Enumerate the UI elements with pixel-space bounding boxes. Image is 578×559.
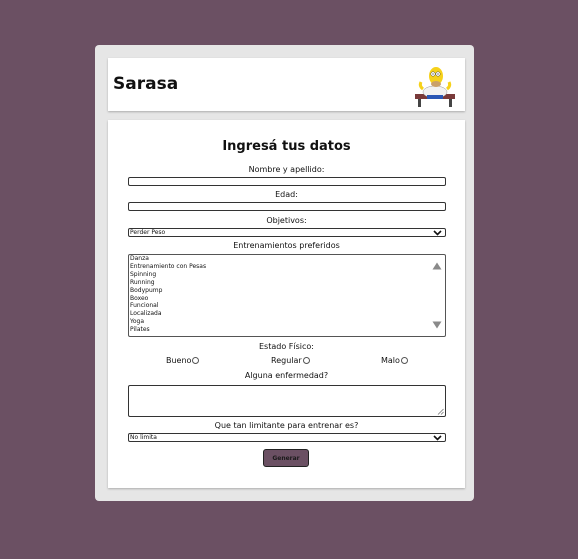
radio-option-bueno[interactable]: Bueno: [166, 356, 200, 365]
physical-label: Estado Físico:: [259, 342, 314, 351]
header-title: Sarasa: [113, 74, 179, 94]
list-item[interactable]: Spinning: [129, 271, 445, 279]
name-input[interactable]: [128, 177, 446, 186]
radio-label-bueno: Bueno: [166, 356, 192, 365]
form-card: Ingresá tus datos Nombre y apellido: Eda…: [108, 120, 465, 488]
radio-regular[interactable]: [302, 357, 310, 364]
radio-option-regular[interactable]: Regular: [271, 356, 310, 365]
form-title: Ingresá tus datos: [222, 139, 351, 154]
limit-value: No limita: [130, 434, 157, 441]
objectives-select[interactable]: Perder Peso: [128, 228, 446, 237]
header: Sarasa: [108, 58, 465, 111]
resize-grip-icon[interactable]: [437, 408, 444, 415]
limit-select[interactable]: No limita: [128, 433, 446, 442]
chevron-down-icon: [433, 435, 442, 441]
age-label: Edad:: [275, 190, 298, 199]
limit-label: Que tan limitante para entrenar es?: [214, 421, 359, 430]
scroll-up-icon[interactable]: [432, 262, 442, 270]
list-item[interactable]: Entrenamiento con Pesas: [129, 263, 445, 271]
radio-bueno[interactable]: [192, 357, 200, 364]
list-item[interactable]: Bodypump: [129, 287, 445, 295]
list-item[interactable]: Danza: [129, 255, 445, 263]
radio-label-regular: Regular: [271, 356, 302, 365]
list-item[interactable]: Funcional: [129, 302, 445, 310]
radio-label-malo: Malo: [381, 356, 400, 365]
age-input[interactable]: [128, 202, 446, 211]
training-label: Entrenamientos preferidos: [233, 241, 340, 250]
chevron-down-icon: [433, 230, 442, 236]
main-container: Sarasa Ingresá tus datos Nombre y apelli…: [95, 45, 474, 501]
training-listbox[interactable]: Danza Entrenamiento con Pesas Spinning R…: [128, 254, 446, 337]
illness-textarea[interactable]: [128, 385, 446, 417]
generate-button[interactable]: Generar: [263, 449, 309, 467]
homer-logo-icon: [415, 67, 455, 107]
list-item[interactable]: Yoga: [129, 318, 445, 326]
list-item[interactable]: Boxeo: [129, 295, 445, 303]
list-item[interactable]: Localizada: [129, 310, 445, 318]
name-label: Nombre y apellido:: [248, 165, 325, 174]
radio-malo[interactable]: [400, 357, 408, 364]
list-item[interactable]: Running: [129, 279, 445, 287]
scroll-down-icon[interactable]: [432, 321, 442, 329]
objectives-value: Perder Peso: [130, 229, 166, 236]
objectives-label: Objetivos:: [266, 216, 307, 225]
illness-label: Alguna enfermedad?: [244, 371, 329, 380]
list-item[interactable]: Pilates: [129, 326, 445, 334]
radio-option-malo[interactable]: Malo: [381, 356, 408, 365]
